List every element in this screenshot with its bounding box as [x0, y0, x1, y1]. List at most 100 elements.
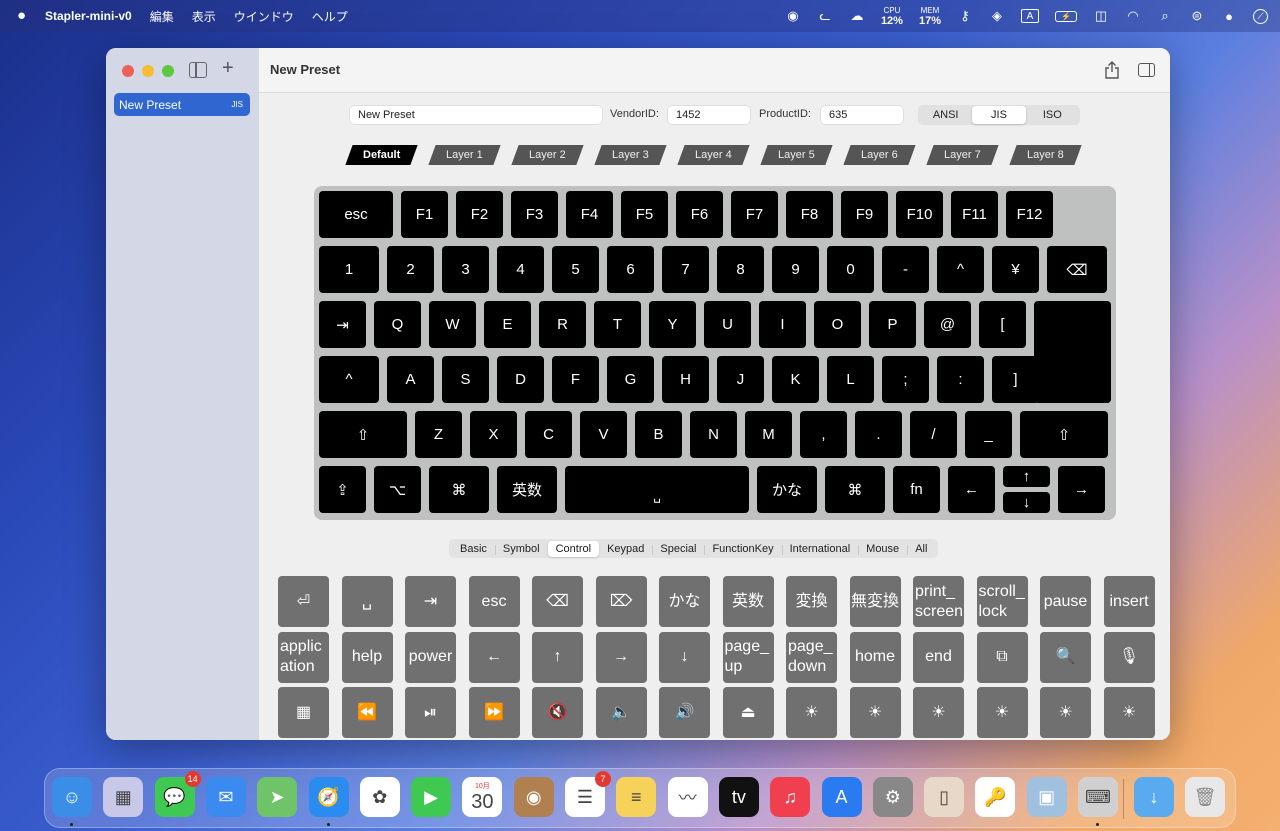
key-2-6[interactable]: Y	[649, 301, 696, 348]
palette-key[interactable]: ⏪	[341, 687, 393, 738]
key-0-6[interactable]: F6	[676, 191, 723, 238]
key-4-10[interactable]: /	[910, 411, 957, 458]
key-1-10[interactable]: -	[882, 246, 929, 293]
split-view-icon[interactable]: ◫	[1093, 8, 1109, 24]
palette-key[interactable]: ⌦	[595, 576, 647, 627]
tab-basic[interactable]: Basic	[452, 541, 495, 557]
input-source-icon[interactable]: A	[1021, 9, 1039, 23]
palette-key[interactable]: ⧉	[976, 631, 1028, 683]
key-0-8[interactable]: F8	[786, 191, 833, 238]
cat-icon[interactable]: ᓚ	[817, 8, 833, 24]
key-0-7[interactable]: F7	[731, 191, 778, 238]
key-3-6[interactable]: H	[662, 356, 709, 403]
key-5-2[interactable]: ⌘	[429, 466, 489, 513]
vendor-id-input[interactable]	[668, 106, 750, 124]
key-4-1[interactable]: Z	[415, 411, 462, 458]
cloud-icon[interactable]: ☁	[849, 8, 865, 24]
key-0-1[interactable]: F1	[401, 191, 448, 238]
inspector-toggle-icon[interactable]	[1138, 63, 1155, 77]
palette-key[interactable]: ☀	[913, 687, 964, 738]
palette-key[interactable]: home	[849, 631, 901, 683]
key-1-2[interactable]: 3	[442, 246, 489, 293]
palette-key[interactable]: 🔇	[532, 687, 583, 738]
key-4-0[interactable]: ⇧	[319, 411, 407, 458]
palette-key[interactable]: ⏎	[278, 576, 329, 627]
close-button[interactable]	[122, 65, 134, 77]
key-3-4[interactable]: F	[552, 356, 599, 403]
spotlight-icon[interactable]: ⌕	[1157, 8, 1173, 24]
dock-trash[interactable]: 🗑	[1185, 777, 1225, 817]
battery-icon[interactable]: ⚡	[1055, 10, 1077, 22]
key-5-11[interactable]: →	[1058, 466, 1105, 513]
layout-iso[interactable]: ISO	[1026, 106, 1079, 124]
tab-special[interactable]: Special	[652, 541, 704, 557]
key-0-12[interactable]: F12	[1006, 191, 1053, 238]
key-1-5[interactable]: 6	[607, 246, 654, 293]
key-0-10[interactable]: F10	[896, 191, 943, 238]
key-0-11[interactable]: F11	[951, 191, 998, 238]
key-4-9[interactable]: .	[855, 411, 902, 458]
dock-app-system-settings[interactable]: ⚙	[872, 777, 913, 817]
dock-app-safari[interactable]: 🧭	[308, 777, 349, 817]
sidebar-toggle-icon[interactable]	[189, 62, 207, 78]
key-4-7[interactable]: M	[745, 411, 792, 458]
dock-app-mail[interactable]: ✉	[205, 777, 246, 817]
key-2-5[interactable]: T	[594, 301, 641, 348]
key-1-13[interactable]: ⌫	[1047, 246, 1107, 293]
dock-app-stapler[interactable]: ⌨	[1078, 777, 1118, 817]
palette-key[interactable]: pause	[1040, 576, 1091, 627]
palette-key[interactable]: 🎙	[1103, 631, 1155, 683]
key-5-4[interactable]: ␣	[565, 466, 749, 513]
wifi-icon[interactable]: ◠	[1125, 8, 1141, 24]
key-5-1[interactable]: ⌥	[374, 466, 421, 513]
tab-layer-2[interactable]: Layer 2	[511, 145, 584, 165]
key-3-1[interactable]: A	[387, 356, 434, 403]
key-3-5[interactable]: G	[607, 356, 654, 403]
key-2-12[interactable]: [	[979, 301, 1026, 348]
palette-key[interactable]: ↑	[532, 631, 583, 683]
dock-app-music[interactable]: ♫	[770, 777, 811, 817]
app-menu[interactable]: Stapler-mini-v0	[45, 9, 132, 23]
palette-key[interactable]: 🔊	[659, 687, 710, 738]
key-0-4[interactable]: F4	[566, 191, 613, 238]
key-4-11[interactable]: _	[965, 411, 1012, 458]
menu-edit[interactable]: 編集	[150, 8, 174, 25]
dock-app-freeform[interactable]: 〰	[667, 777, 708, 817]
key-2-2[interactable]: W	[429, 301, 476, 348]
key-3-0[interactable]: ^	[319, 356, 379, 403]
apple-menu-icon[interactable]: ●	[17, 8, 31, 24]
key-0-3[interactable]: F3	[511, 191, 558, 238]
tab-layer-5[interactable]: Layer 5	[760, 145, 833, 165]
tab-layer-6[interactable]: Layer 6	[843, 145, 916, 165]
layout-ansi[interactable]: ANSI	[919, 106, 972, 124]
key-2-4[interactable]: R	[539, 301, 586, 348]
key-3-2[interactable]: S	[442, 356, 489, 403]
dock-app-calendar[interactable]: 10月 30	[462, 777, 503, 817]
key-5-7[interactable]: fn	[893, 466, 940, 513]
layout-jis[interactable]: JIS	[972, 106, 1026, 124]
key-2-9[interactable]: O	[814, 301, 861, 348]
palette-key[interactable]: ▦	[278, 687, 329, 738]
key-1-12[interactable]: ¥	[992, 246, 1039, 293]
key-1-7[interactable]: 8	[717, 246, 764, 293]
palette-key[interactable]: esc	[468, 576, 520, 627]
palette-key[interactable]: ☀	[976, 687, 1028, 738]
control-center-icon[interactable]: ⊜	[1189, 8, 1205, 24]
cpu-meter[interactable]: CPU 12%	[881, 6, 903, 27]
palette-key[interactable]: 変換	[786, 576, 837, 627]
tab-keypad[interactable]: Keypad	[599, 541, 652, 557]
palette-key[interactable]: 🔍	[1040, 631, 1091, 683]
key-1-11[interactable]: ^	[937, 246, 984, 293]
key-1-0[interactable]: 1	[319, 246, 379, 293]
dock-downloads[interactable]: ↓	[1134, 777, 1174, 817]
key-4-5[interactable]: B	[635, 411, 682, 458]
key-3-3[interactable]: D	[497, 356, 544, 403]
key-3-8[interactable]: K	[772, 356, 819, 403]
key-2-11[interactable]: @	[924, 301, 971, 348]
sidebar-item-preset[interactable]: New Preset JIS	[114, 93, 250, 116]
key-1-9[interactable]: 0	[827, 246, 874, 293]
layers-icon[interactable]: ◈	[989, 8, 1005, 24]
palette-key[interactable]: ␣	[341, 576, 393, 627]
key-1-1[interactable]: 2	[387, 246, 434, 293]
tab-layer-8[interactable]: Layer 8	[1009, 145, 1082, 165]
